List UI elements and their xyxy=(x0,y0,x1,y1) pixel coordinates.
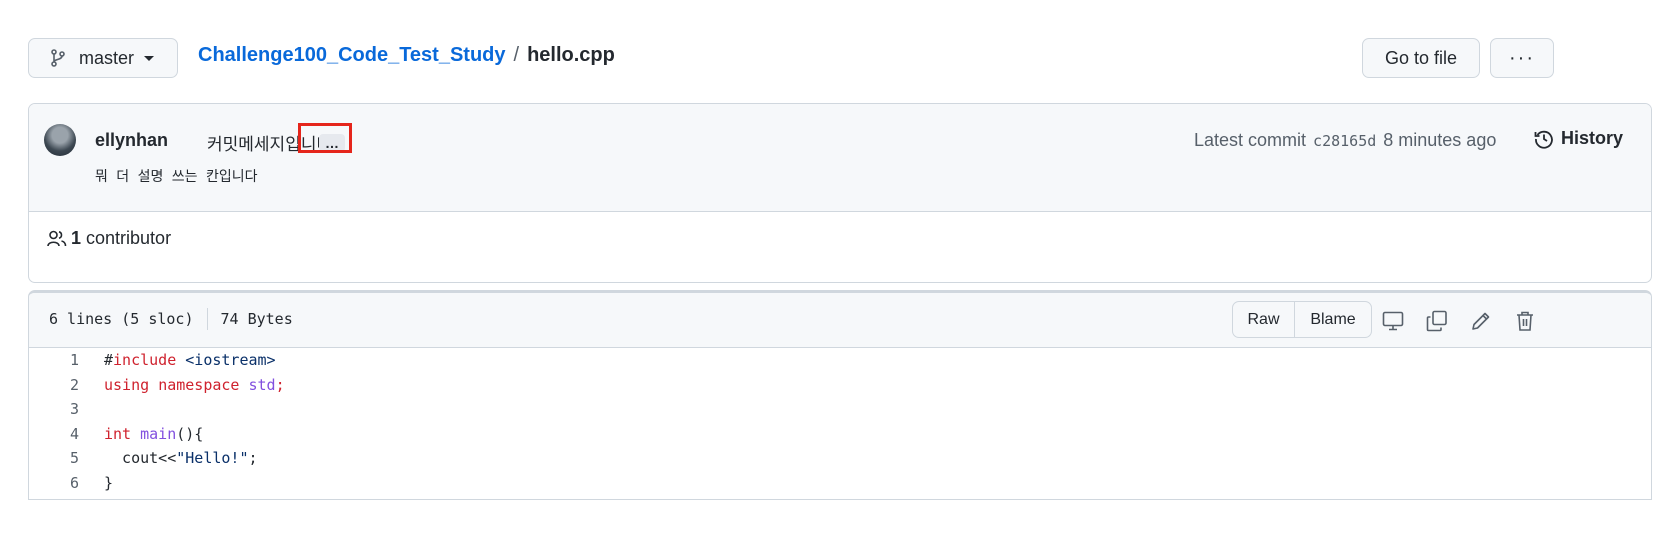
code-token: main xyxy=(140,424,177,443)
commit-author[interactable]: ellynhan xyxy=(95,130,168,151)
desktop-icon[interactable] xyxy=(1381,309,1405,333)
code-token: "Hello!" xyxy=(176,449,249,468)
line-number[interactable]: 2 xyxy=(29,376,79,394)
code-token: (){ xyxy=(176,424,204,443)
commit-description: 뭐 더 설명 쓰는 칸입니다 xyxy=(95,169,258,185)
raw-button[interactable]: Raw xyxy=(1233,302,1295,337)
code-token: <iostream> xyxy=(176,351,276,370)
code-line: 2 using namespace std; xyxy=(29,373,1651,398)
latest-commit-info: Latest commit c28165d 8 minutes ago xyxy=(1194,130,1496,151)
code-line: 3 xyxy=(29,397,1651,422)
line-source: using namespace std; xyxy=(104,376,285,394)
code-token: int xyxy=(104,424,132,443)
code-line: 6} xyxy=(29,471,1651,496)
code-line: 5 cout<<"Hello!"; xyxy=(29,446,1651,471)
history-label: History xyxy=(1561,128,1624,148)
line-number[interactable]: 6 xyxy=(29,474,79,492)
contributors-label: contributor xyxy=(86,228,172,248)
file-info: 6 lines (5 sloc) 74 Bytes xyxy=(49,308,293,330)
code-listing: 1 #include <iostream> 2 using namespace std… xyxy=(29,348,1651,495)
blame-button[interactable]: Blame xyxy=(1295,302,1371,337)
avatar[interactable] xyxy=(44,124,76,156)
code-token: cout<< xyxy=(104,449,177,468)
copy-icon[interactable] xyxy=(1425,309,1449,333)
file-name: hello.cpp xyxy=(527,44,615,66)
line-source: int main(){ xyxy=(104,425,203,443)
file-header: 6 lines (5 sloc) 74 Bytes Raw Blame xyxy=(29,293,1651,348)
code-token: using xyxy=(104,375,150,394)
code-token: include xyxy=(113,351,177,370)
code-token: ; xyxy=(275,375,285,394)
branch-select-button[interactable]: master xyxy=(28,38,178,78)
file-viewer: 6 lines (5 sloc) 74 Bytes Raw Blame 1 #in… xyxy=(28,290,1652,500)
commit-sha-link[interactable]: c28165d xyxy=(1313,132,1376,150)
line-number[interactable]: 5 xyxy=(29,449,79,467)
line-source: cout<<"Hello!"; xyxy=(104,449,258,468)
file-navigation: master Challenge100_Code_Test_Study / he… xyxy=(28,38,1652,78)
line-number[interactable]: 3 xyxy=(29,400,79,418)
line-count: 6 lines (5 sloc) xyxy=(49,310,194,328)
highlight-box xyxy=(298,123,352,153)
commit-box: ellynhan 커밋메세지입니다 … 뭐 더 설명 쓰는 칸입니다 Lates… xyxy=(28,103,1652,283)
history-link[interactable]: History xyxy=(1534,128,1623,149)
chevron-down-icon xyxy=(144,55,155,61)
latest-commit-label: Latest commit xyxy=(1194,130,1307,150)
line-number[interactable]: 1 xyxy=(29,351,79,369)
breadcrumb-separator: / xyxy=(513,44,520,66)
latest-commit-header: ellynhan 커밋메세지입니다 … 뭐 더 설명 쓰는 칸입니다 Lates… xyxy=(29,104,1651,212)
code-token: ; xyxy=(248,449,258,468)
code-line: 4 int main(){ xyxy=(29,422,1651,447)
kebab-horizontal-icon: ··· xyxy=(1509,46,1535,69)
raw-blame-group: Raw Blame xyxy=(1232,301,1372,338)
code-token: } xyxy=(104,473,114,492)
code-line: 1 #include <iostream> xyxy=(29,348,1651,373)
code-token: # xyxy=(104,351,114,370)
git-branch-icon xyxy=(51,49,65,67)
people-icon xyxy=(47,230,67,248)
pencil-icon[interactable] xyxy=(1469,309,1493,333)
more-options-button[interactable]: ··· xyxy=(1490,38,1554,78)
commit-time: 8 minutes ago xyxy=(1383,130,1497,150)
code-token: std xyxy=(248,375,276,394)
code-token: namespace xyxy=(158,375,240,394)
contributors-count: 1 xyxy=(71,228,82,248)
line-source: #include <iostream> xyxy=(104,351,276,369)
repo-link[interactable]: Challenge100_Code_Test_Study xyxy=(198,44,506,67)
line-number[interactable]: 4 xyxy=(29,425,79,443)
branch-name: master xyxy=(79,47,135,68)
breadcrumb: Challenge100_Code_Test_Study / hello.cpp xyxy=(198,44,615,67)
contributors[interactable]: 1 contributor xyxy=(47,228,171,249)
go-to-file-button[interactable]: Go to file xyxy=(1362,38,1480,78)
history-clock-icon xyxy=(1534,129,1554,149)
line-source: } xyxy=(104,474,113,492)
trash-icon[interactable] xyxy=(1513,309,1537,333)
file-size: 74 Bytes xyxy=(220,310,293,328)
divider xyxy=(206,308,208,330)
